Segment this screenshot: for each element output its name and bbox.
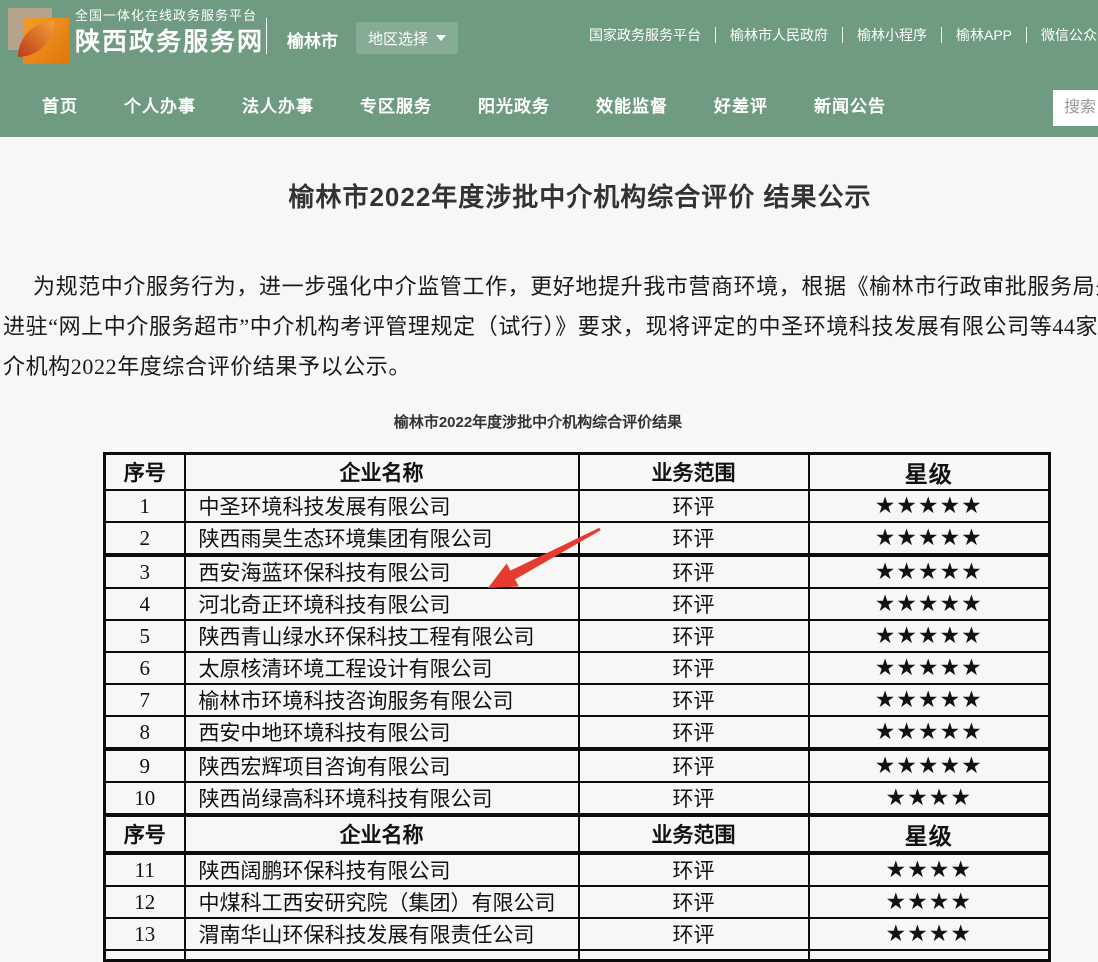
star-rating: ★★★★ (809, 886, 1050, 918)
nav-item[interactable]: 个人办事 (124, 92, 196, 117)
star-rating: ★★★★★ (809, 684, 1050, 716)
table-row: 13渭南华山环保科技发展有限责任公司环评★★★★ (105, 918, 1050, 950)
cell-no: 4 (105, 588, 185, 620)
annotation-arrow (440, 515, 640, 605)
column-header-name: 企业名称 (185, 815, 579, 853)
top-links: 国家政务服务平台榆林市人民政府榆林小程序榆林APP微信公众号注册 (575, 24, 1098, 45)
star-rating: ★★★★★ (809, 588, 1050, 620)
platform-tagline: 全国一体化在线政务服务平台 (75, 9, 264, 22)
cell-name: 陕西阔鹏环保科技有限公司 (185, 853, 579, 886)
cell-no: 10 (105, 782, 185, 815)
cell-no: 3 (105, 555, 185, 588)
cell-no: 2 (105, 522, 185, 555)
table-header-row: 序号企业名称业务范围星级 (105, 815, 1050, 853)
paragraph-line: 介机构2022年度综合评价结果予以公示。 (3, 347, 1098, 387)
column-header-stars: 星级 (809, 454, 1050, 491)
table-row: 7榆林市环境科技咨询服务有限公司环评★★★★★ (105, 684, 1050, 716)
top-link[interactable]: 微信公众号 (1026, 27, 1098, 43)
cell-scope: 环评 (579, 716, 809, 749)
cell-no: 8 (105, 716, 185, 749)
cell-no: 1 (105, 490, 185, 522)
top-bar: 全国一体化在线政务服务平台 陕西政务服务网 榆林市 地区选择 国家政务服务平台榆… (0, 0, 1098, 72)
site-name: 陕西政务服务网 (75, 30, 264, 55)
table-row: 8西安中地环境科技有限公司环评★★★★★ (105, 716, 1050, 749)
nav-item[interactable]: 效能监督 (596, 92, 668, 117)
page-title: 榆林市2022年度涉批中介机构综合评价 结果公示 (0, 182, 1098, 212)
government-portal-page: { "header": { "platform_tagline": "全国一体化… (0, 0, 1098, 947)
announcement-paragraph: 为规范中介服务行为，进一步强化中介监管工作，更好地提升我市营商环境，根据《榆林市… (3, 267, 1098, 387)
column-header-name: 企业名称 (185, 454, 579, 491)
chevron-down-icon (436, 35, 446, 41)
table-caption: 榆林市2022年度涉批中介机构综合评价结果 (0, 411, 1098, 432)
star-rating: ★★★★★ (809, 522, 1050, 555)
cell-name: 榆林市环境科技咨询服务有限公司 (185, 684, 579, 716)
header-divider (266, 18, 267, 54)
cell-no: 7 (105, 684, 185, 716)
cell-scope: 环评 (579, 853, 809, 886)
table-row: 5陕西青山绿水环保科技工程有限公司环评★★★★★ (105, 620, 1050, 652)
cell-no: 9 (105, 749, 185, 782)
star-rating: ★★★★★ (809, 652, 1050, 684)
cell-name: 陕西尚绿高科环境科技有限公司 (185, 782, 579, 815)
site-logo-icon (8, 8, 70, 64)
cell-name: 西安中地环境科技有限公司 (185, 716, 579, 749)
cell-scope: 环评 (579, 620, 809, 652)
cell-name: 太原核清环境工程设计有限公司 (185, 652, 579, 684)
star-rating: ★★★★★ (809, 490, 1050, 522)
cell-scope: 环评 (579, 886, 809, 918)
main-nav: 首页 个人办事 法人办事 专区服务 阳光政务 效能监督 好差评 新闻公告 (0, 72, 1098, 137)
top-link[interactable]: 榆林小程序 (842, 27, 941, 43)
cell-name: 渭南华山环保科技发展有限责任公司 (185, 918, 579, 950)
cell-scope: 环评 (579, 782, 809, 815)
column-header-no: 序号 (105, 815, 185, 853)
cell-name: 中煤科工西安研究院（集团）有限公司 (185, 886, 579, 918)
star-rating: ★★★★★ (809, 620, 1050, 652)
current-city-label: 榆林市 (287, 27, 338, 52)
table-header-row: 序号企业名称业务范围星级 (105, 454, 1050, 491)
table-row: 11陕西阔鹏环保科技有限公司环评★★★★ (105, 853, 1050, 886)
star-rating: ★★★★★ (809, 749, 1050, 782)
star-rating: ★★★★ (809, 918, 1050, 950)
nav-item[interactable]: 好差评 (714, 92, 768, 117)
column-header-stars: 星级 (809, 815, 1050, 853)
cell-name: 陕西青山绿水环保科技工程有限公司 (185, 620, 579, 652)
brand-block: 全国一体化在线政务服务平台 陕西政务服务网 (75, 9, 264, 55)
region-select-button[interactable]: 地区选择 (356, 22, 458, 54)
region-select-label: 地区选择 (368, 28, 428, 49)
star-rating: ★★★★ (809, 853, 1050, 886)
nav-item[interactable]: 专区服务 (360, 92, 432, 117)
cell-scope: 环评 (579, 652, 809, 684)
paragraph-line: 进驻“网上中介服务超市”中介机构考评管理规定（试行）》要求，现将评定的中圣环境科… (3, 307, 1098, 347)
table-row: 10陕西尚绿高科环境科技有限公司环评★★★★ (105, 782, 1050, 815)
site-header: 全国一体化在线政务服务平台 陕西政务服务网 榆林市 地区选择 国家政务服务平台榆… (0, 0, 1098, 137)
cell-no: 6 (105, 652, 185, 684)
cell-no: 5 (105, 620, 185, 652)
column-header-scope: 业务范围 (579, 454, 809, 491)
cell-no: 11 (105, 853, 185, 886)
cell-scope: 环评 (579, 918, 809, 950)
table-row-partial (105, 950, 1050, 960)
nav-item[interactable]: 阳光政务 (478, 92, 550, 117)
nav-item[interactable]: 新闻公告 (814, 92, 886, 117)
top-link[interactable]: 榆林市人民政府 (715, 27, 842, 43)
paragraph-line: 为规范中介服务行为，进一步强化中介监管工作，更好地提升我市营商环境，根据《榆林市… (3, 267, 1098, 307)
search-input[interactable] (1053, 90, 1098, 126)
table-row: 12中煤科工西安研究院（集团）有限公司环评★★★★ (105, 886, 1050, 918)
top-link[interactable]: 榆林APP (941, 27, 1026, 43)
cell-no: 13 (105, 918, 185, 950)
nav-item[interactable]: 法人办事 (242, 92, 314, 117)
nav-item[interactable]: 首页 (42, 92, 78, 117)
cell-name: 陕西宏辉项目咨询有限公司 (185, 749, 579, 782)
cell-no: 12 (105, 886, 185, 918)
table-row: 9陕西宏辉项目咨询有限公司环评★★★★★ (105, 749, 1050, 782)
column-header-scope: 业务范围 (579, 815, 809, 853)
cell-scope: 环评 (579, 684, 809, 716)
table-row: 6太原核清环境工程设计有限公司环评★★★★★ (105, 652, 1050, 684)
top-link[interactable]: 国家政务服务平台 (575, 27, 715, 43)
star-rating: ★★★★ (809, 782, 1050, 815)
star-rating: ★★★★★ (809, 555, 1050, 588)
cell-scope: 环评 (579, 749, 809, 782)
star-rating: ★★★★★ (809, 716, 1050, 749)
column-header-no: 序号 (105, 454, 185, 491)
